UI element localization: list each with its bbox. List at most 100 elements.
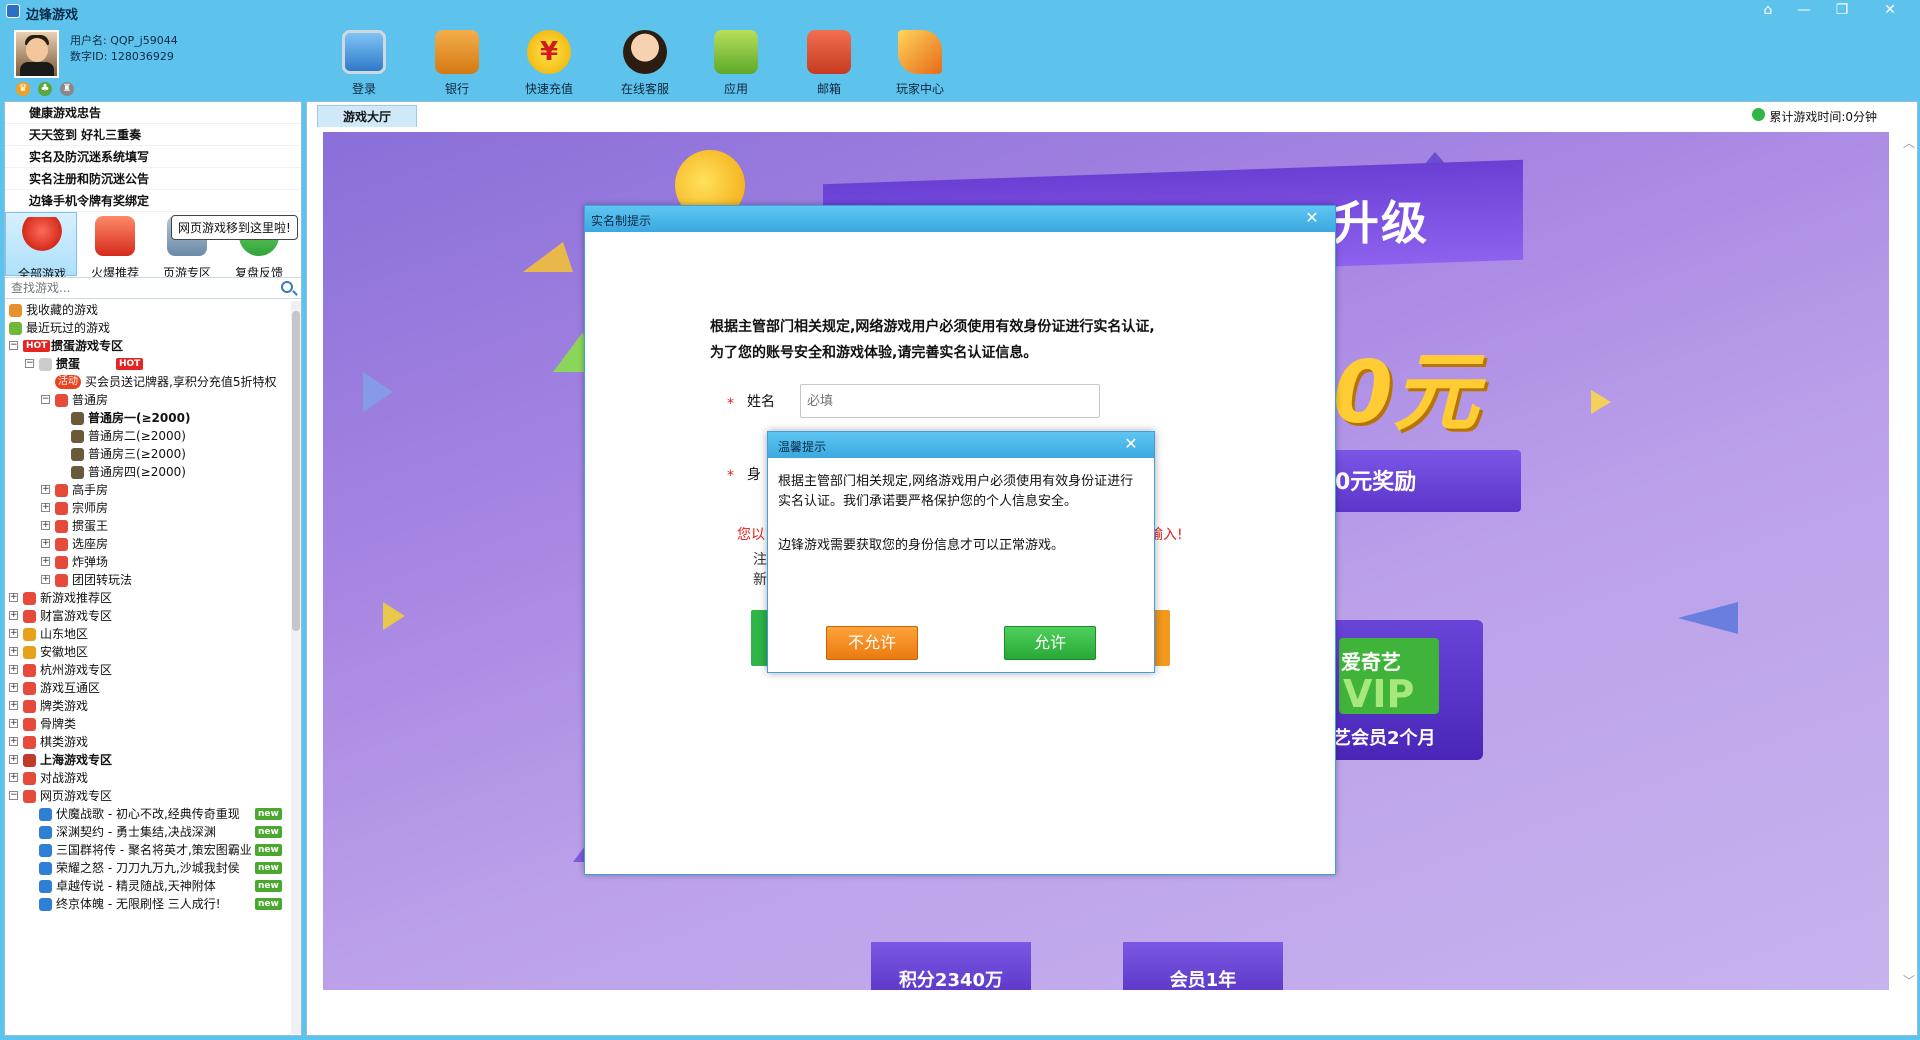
close-icon[interactable]: ✕ <box>1872 0 1908 22</box>
tree-item[interactable]: 最近玩过的游戏 <box>5 319 287 337</box>
tree-item[interactable]: 普通房二(≥2000) <box>5 427 287 445</box>
tree-item[interactable]: 普通房四(≥2000) <box>5 463 287 481</box>
sidebar: 健康游戏忠告 天天签到 好礼三重奏 实名及防沉迷系统填写 实名注册和防沉迷公告 … <box>4 101 302 1036</box>
tree-item[interactable]: 活动 买会员送记牌器,享积分充值5折特权 <box>5 373 287 391</box>
toolbar-login[interactable]: 登录 <box>324 28 404 98</box>
tree-item[interactable]: + 杭州游戏专区 <box>5 661 287 679</box>
tree-item[interactable]: 普通房三(≥2000) <box>5 445 287 463</box>
toolbar-bank[interactable]: 银行 <box>417 28 497 98</box>
scroll-down-icon[interactable]: ﹀ <box>1903 972 1915 989</box>
tree-item[interactable]: 伏魔战歌 - 初心不改,经典传奇重现 new <box>5 805 287 823</box>
tree-item[interactable]: 卓越传说 - 精灵随战,天神附体 new <box>5 877 287 895</box>
guard-status-icon[interactable]: ♜ <box>60 82 74 96</box>
tree-item-label: 买会员送记牌器,享积分充值5折特权 <box>85 375 277 389</box>
expand-icon[interactable]: + <box>9 701 18 710</box>
vip-status-icon[interactable]: ♣ <box>38 82 52 96</box>
deny-button[interactable]: 不允许 <box>826 626 918 660</box>
expand-icon[interactable]: + <box>9 755 18 764</box>
tree-item[interactable]: 深渊契约 - 勇士集结,决战深渊 new <box>5 823 287 841</box>
collapse-icon[interactable]: − <box>25 359 34 368</box>
level-badge-icon[interactable]: ♛ <box>16 82 30 96</box>
tree-item-label: 上海游戏专区 <box>40 753 113 767</box>
toolbar-mail-label: 邮箱 <box>816 82 841 96</box>
expand-icon[interactable]: + <box>41 575 50 584</box>
notice-item[interactable]: 边锋手机令牌有奖绑定 <box>5 190 301 212</box>
collapse-icon[interactable]: − <box>41 395 50 404</box>
search-input[interactable] <box>11 280 271 296</box>
expand-icon[interactable]: + <box>9 737 18 746</box>
name-field[interactable] <box>800 384 1100 418</box>
tree-item[interactable]: − 网页游戏专区 <box>5 787 287 805</box>
scrollbar-thumb[interactable] <box>292 311 300 631</box>
expand-icon[interactable]: + <box>41 503 50 512</box>
tree-item[interactable]: 我收藏的游戏 <box>5 301 287 319</box>
notice-item[interactable]: 实名及防沉迷系统填写 <box>5 146 301 168</box>
tree-item[interactable]: + 棋类游戏 <box>5 733 287 751</box>
tree-item[interactable]: + 选座房 <box>5 535 287 553</box>
expand-icon[interactable]: + <box>9 665 18 674</box>
tree-item[interactable]: + 牌类游戏 <box>5 697 287 715</box>
name-label: 姓名 <box>747 394 775 410</box>
expand-icon[interactable]: + <box>41 539 50 548</box>
expand-icon[interactable]: + <box>41 557 50 566</box>
scroll-up-icon[interactable]: ︿ <box>1903 134 1915 151</box>
allow-button[interactable]: 允许 <box>1004 626 1096 660</box>
toolbar-mail[interactable]: 邮箱 <box>789 28 869 98</box>
tree-item[interactable]: − 掼蛋 HOT <box>5 355 287 373</box>
expand-icon[interactable]: + <box>9 629 18 638</box>
tree-item[interactable]: + 对战游戏 <box>5 769 287 787</box>
tree-item[interactable]: + 游戏互通区 <box>5 679 287 697</box>
prize-card: 会员1年 <box>1123 942 1283 990</box>
main-scrollbar[interactable]: ︿ ﹀ <box>1901 132 1915 992</box>
online-status-icon <box>1752 108 1766 121</box>
tree-item[interactable]: + 新游戏推荐区 <box>5 589 287 607</box>
tree-item[interactable]: + 宗师房 <box>5 499 287 517</box>
tree-item-label: 普通房一(≥2000) <box>88 411 191 425</box>
tree-item[interactable]: + 安徽地区 <box>5 643 287 661</box>
tree-item[interactable]: + 掼蛋王 <box>5 517 287 535</box>
notice-item[interactable]: 健康游戏忠告 <box>5 102 301 124</box>
category-all-games[interactable]: 全部游戏 <box>5 212 77 281</box>
tree-item[interactable]: + 骨牌类 <box>5 715 287 733</box>
home-icon[interactable]: ⌂ <box>1750 0 1786 22</box>
toolbar-support[interactable]: 在线客服 <box>605 28 685 98</box>
avatar[interactable] <box>14 30 59 78</box>
expand-icon[interactable]: + <box>9 773 18 782</box>
expand-icon[interactable]: + <box>9 683 18 692</box>
tree-item[interactable]: − 普通房 <box>5 391 287 409</box>
sidebar-scrollbar[interactable] <box>291 301 301 1034</box>
tree-item[interactable]: 普通房一(≥2000) <box>5 409 287 427</box>
notice-item[interactable]: 实名注册和防沉迷公告 <box>5 168 301 190</box>
tree-item[interactable]: + 高手房 <box>5 481 287 499</box>
tree-item[interactable]: + 炸弹场 <box>5 553 287 571</box>
expand-icon[interactable]: + <box>9 593 18 602</box>
tree-item[interactable]: + 山东地区 <box>5 625 287 643</box>
dialog-title: 实名制提示 <box>591 214 652 228</box>
tree-item[interactable]: 终京体魄 - 无限刷怪 三人成行! new <box>5 895 287 913</box>
restore-icon[interactable]: ❐ <box>1824 0 1860 22</box>
tree-item[interactable]: 荣耀之怒 - 刀刀九万九,沙城我封侯 new <box>5 859 287 877</box>
tree-item[interactable]: + 财富游戏专区 <box>5 607 287 625</box>
expand-icon[interactable]: + <box>9 611 18 620</box>
close-icon[interactable]: ✕ <box>1303 208 1321 228</box>
expand-icon[interactable]: + <box>9 719 18 728</box>
expand-icon[interactable]: + <box>9 647 18 656</box>
toolbar-apps[interactable]: 应用 <box>696 28 776 98</box>
category-hot[interactable]: 火爆推荐 <box>79 212 151 280</box>
expand-icon[interactable]: + <box>41 485 50 494</box>
close-icon[interactable]: ✕ <box>1122 434 1140 454</box>
tree-item[interactable]: − HOT 掼蛋游戏专区 <box>5 337 287 355</box>
toolbar-recharge[interactable]: ¥ 快速充值 <box>509 28 589 98</box>
tree-item-label: 炸弹场 <box>72 555 109 569</box>
tree-item[interactable]: + 团团转玩法 <box>5 571 287 589</box>
tree-item[interactable]: + 上海游戏专区 <box>5 751 287 769</box>
minimize-icon[interactable]: — <box>1786 0 1822 22</box>
collapse-icon[interactable]: − <box>9 341 18 350</box>
collapse-icon[interactable]: − <box>9 791 18 800</box>
search-icon[interactable] <box>281 281 293 293</box>
tab-game-lobby[interactable]: 游戏大厅 <box>317 105 417 127</box>
tree-item[interactable]: 三国群将传 - 聚名将英才,策宏图霸业 new <box>5 841 287 859</box>
expand-icon[interactable]: + <box>41 521 50 530</box>
toolbar-player-center[interactable]: 玩家中心 <box>880 28 960 98</box>
notice-item[interactable]: 天天签到 好礼三重奏 <box>5 124 301 146</box>
